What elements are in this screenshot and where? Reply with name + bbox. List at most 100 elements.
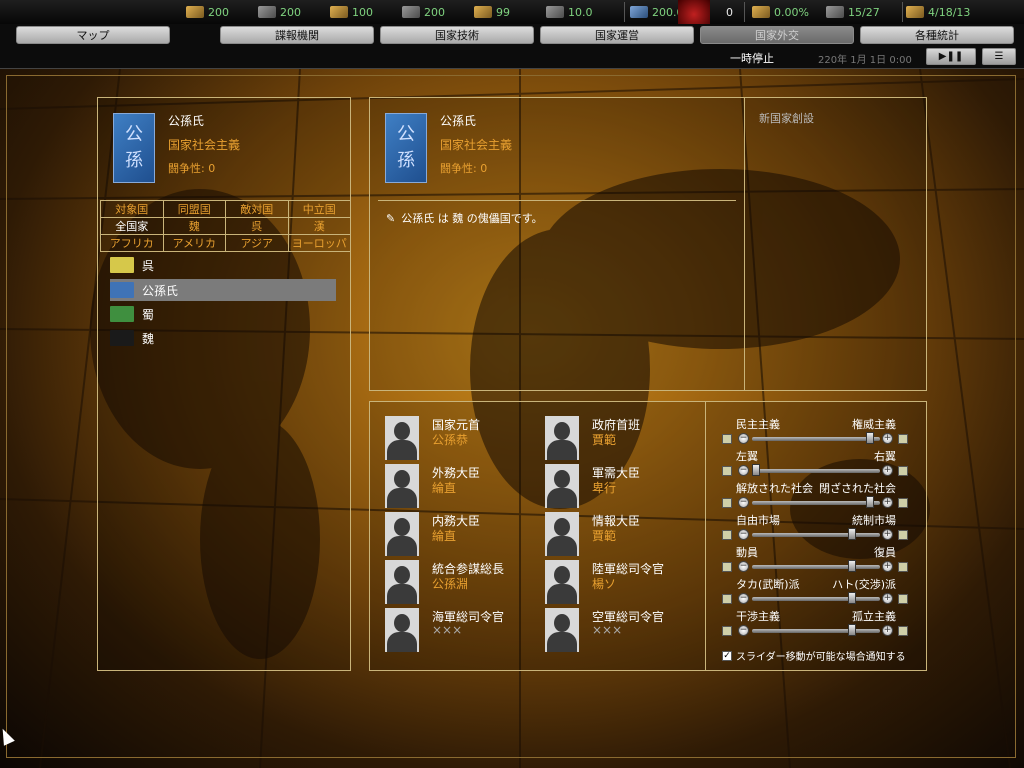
slider-track[interactable] bbox=[752, 469, 880, 473]
play-pause-button[interactable]: ▶❚❚ bbox=[926, 48, 976, 65]
slider-track[interactable] bbox=[752, 533, 880, 537]
menu-button[interactable]: ☰ bbox=[982, 48, 1016, 65]
country-filter-grid: 対象国 同盟国 敵対国 中立国 全国家 魏 呉 漢 アフリカ アメリカ アジア … bbox=[100, 200, 351, 252]
slider-thumb[interactable] bbox=[848, 624, 856, 636]
tab-technology[interactable]: 国家技術 bbox=[380, 26, 534, 44]
slider-minus-icon[interactable]: − bbox=[738, 561, 749, 572]
slider-track[interactable] bbox=[752, 501, 880, 505]
country-item-shu[interactable]: 蜀 bbox=[110, 303, 336, 325]
flag-icon bbox=[110, 330, 134, 346]
slider-minus-icon[interactable]: − bbox=[738, 465, 749, 476]
filter-wu[interactable]: 呉 bbox=[225, 217, 289, 235]
filter-europe[interactable]: ヨーロッパ bbox=[287, 234, 351, 252]
slider-thumb[interactable] bbox=[848, 528, 856, 540]
policy-slider[interactable]: 左翼 右翼 − + bbox=[706, 448, 926, 478]
convoy-icon bbox=[826, 6, 844, 18]
slider-track[interactable] bbox=[752, 565, 880, 569]
flag-char: 孫 bbox=[397, 150, 415, 171]
play-pause-icon: ▶❚❚ bbox=[938, 51, 964, 62]
country-item-wei[interactable]: 魏 bbox=[110, 327, 336, 349]
tab-production[interactable]: 国家運営 bbox=[540, 26, 694, 44]
slider-minus-icon[interactable]: − bbox=[738, 433, 749, 444]
slider-plus-icon[interactable]: + bbox=[882, 465, 893, 476]
slider-left-label: 自由市場 bbox=[736, 514, 780, 527]
filter-target[interactable]: 対象国 bbox=[100, 200, 164, 218]
slider-track[interactable] bbox=[752, 597, 880, 601]
country-label: 呉 bbox=[142, 258, 155, 273]
filter-asia[interactable]: アジア bbox=[225, 234, 289, 252]
message-text: 公孫氏 は 魏 の傀儡国です。 bbox=[401, 212, 543, 225]
checkbox-icon[interactable]: ✓ bbox=[722, 650, 732, 661]
slider-minus-icon[interactable]: − bbox=[738, 497, 749, 508]
slider-right-marker bbox=[898, 498, 908, 508]
resource-population: 200.0 bbox=[630, 4, 684, 20]
slider-track[interactable] bbox=[752, 629, 880, 633]
divider bbox=[744, 98, 745, 390]
filter-han[interactable]: 漢 bbox=[287, 217, 351, 235]
slider-right-marker bbox=[898, 466, 908, 476]
country-item-gongsun[interactable]: 公孫氏 bbox=[110, 279, 336, 301]
minister-portrait[interactable] bbox=[385, 560, 419, 604]
tab-intelligence[interactable]: 諜報機関 bbox=[220, 26, 374, 44]
minister-name: 賈範 bbox=[592, 433, 617, 447]
minister-portrait[interactable] bbox=[385, 464, 419, 508]
slider-track[interactable] bbox=[752, 437, 880, 441]
diplomacy-message: ✎ 公孫氏 は 魏 の傀儡国です。 bbox=[386, 210, 543, 226]
filter-wei[interactable]: 魏 bbox=[162, 217, 226, 235]
slider-right-label: 右翼 bbox=[874, 450, 896, 463]
dissent-icon bbox=[752, 6, 770, 18]
nation-belligerence: 闘争性: 0 bbox=[168, 162, 216, 175]
slider-plus-icon[interactable]: + bbox=[882, 561, 893, 572]
slider-plus-icon[interactable]: + bbox=[882, 433, 893, 444]
minister-portrait[interactable] bbox=[545, 608, 579, 652]
tab-map[interactable]: マップ bbox=[16, 26, 170, 44]
policy-slider[interactable]: 民主主義 権威主義 − + bbox=[706, 416, 926, 446]
tab-statistics[interactable]: 各種統計 bbox=[860, 26, 1014, 44]
country-item-wu[interactable]: 呉 bbox=[110, 254, 336, 276]
filter-america[interactable]: アメリカ bbox=[162, 234, 226, 252]
minister-portrait[interactable] bbox=[385, 608, 419, 652]
resource-money: 10.0 bbox=[546, 4, 593, 20]
slider-plus-icon[interactable]: + bbox=[882, 497, 893, 508]
policy-slider[interactable]: 自由市場 統制市場 − + bbox=[706, 512, 926, 542]
slider-thumb[interactable] bbox=[848, 592, 856, 604]
slider-plus-icon[interactable]: + bbox=[882, 529, 893, 540]
slider-left-marker bbox=[722, 626, 732, 636]
slider-thumb[interactable] bbox=[866, 432, 874, 444]
minister-portrait[interactable] bbox=[545, 512, 579, 556]
policy-slider[interactable]: タカ(武断)派 ハト(交渉)派 − + bbox=[706, 576, 926, 606]
filter-africa[interactable]: アフリカ bbox=[100, 234, 164, 252]
minister-portrait[interactable] bbox=[545, 560, 579, 604]
slider-thumb[interactable] bbox=[866, 496, 874, 508]
policy-sliders: 民主主義 権威主義 − + 左翼 右翼 − + 解放された社会 閉ざされた社会 − + 自由市場 統制市場… bbox=[706, 402, 926, 670]
nation-flag: 公 孫 bbox=[385, 113, 427, 183]
policy-slider[interactable]: 動員 復員 − + bbox=[706, 544, 926, 574]
minister-portrait[interactable] bbox=[545, 464, 579, 508]
slider-thumb[interactable] bbox=[752, 464, 760, 476]
policy-slider[interactable]: 解放された社会 閉ざされた社会 − + bbox=[706, 480, 926, 510]
minister-portrait[interactable] bbox=[545, 416, 579, 460]
manpower-icon bbox=[186, 6, 204, 18]
filter-neutral[interactable]: 中立国 bbox=[287, 200, 351, 218]
slider-thumb[interactable] bbox=[848, 560, 856, 572]
filter-allies[interactable]: 同盟国 bbox=[162, 200, 226, 218]
minister-portrait[interactable] bbox=[385, 416, 419, 460]
divider bbox=[744, 2, 745, 22]
slider-minus-icon[interactable]: − bbox=[738, 593, 749, 604]
status-bar: 一時停止 220年 1月 1日 0:00 ▶❚❚ ☰ bbox=[0, 46, 1024, 69]
filter-enemies[interactable]: 敵対国 bbox=[225, 200, 289, 218]
slider-right-label: 閉ざされた社会 bbox=[819, 482, 896, 495]
slider-plus-icon[interactable]: + bbox=[882, 625, 893, 636]
slider-plus-icon[interactable]: + bbox=[882, 593, 893, 604]
minister-portrait[interactable] bbox=[385, 512, 419, 556]
alert-indicator[interactable] bbox=[678, 0, 710, 24]
slider-minus-icon[interactable]: − bbox=[738, 529, 749, 540]
notify-slider-option[interactable]: ✓ スライダー移動が可能な場合通知する bbox=[722, 648, 906, 663]
slider-left-label: 解放された社会 bbox=[736, 482, 813, 495]
tab-diplomacy[interactable]: 国家外交 bbox=[700, 26, 854, 44]
filter-all[interactable]: 全国家 bbox=[100, 217, 164, 235]
create-nation-label[interactable]: 新国家創設 bbox=[759, 110, 814, 126]
resource-oil: 200 bbox=[402, 4, 445, 20]
policy-slider[interactable]: 干渉主義 孤立主義 − + bbox=[706, 608, 926, 638]
slider-minus-icon[interactable]: − bbox=[738, 625, 749, 636]
